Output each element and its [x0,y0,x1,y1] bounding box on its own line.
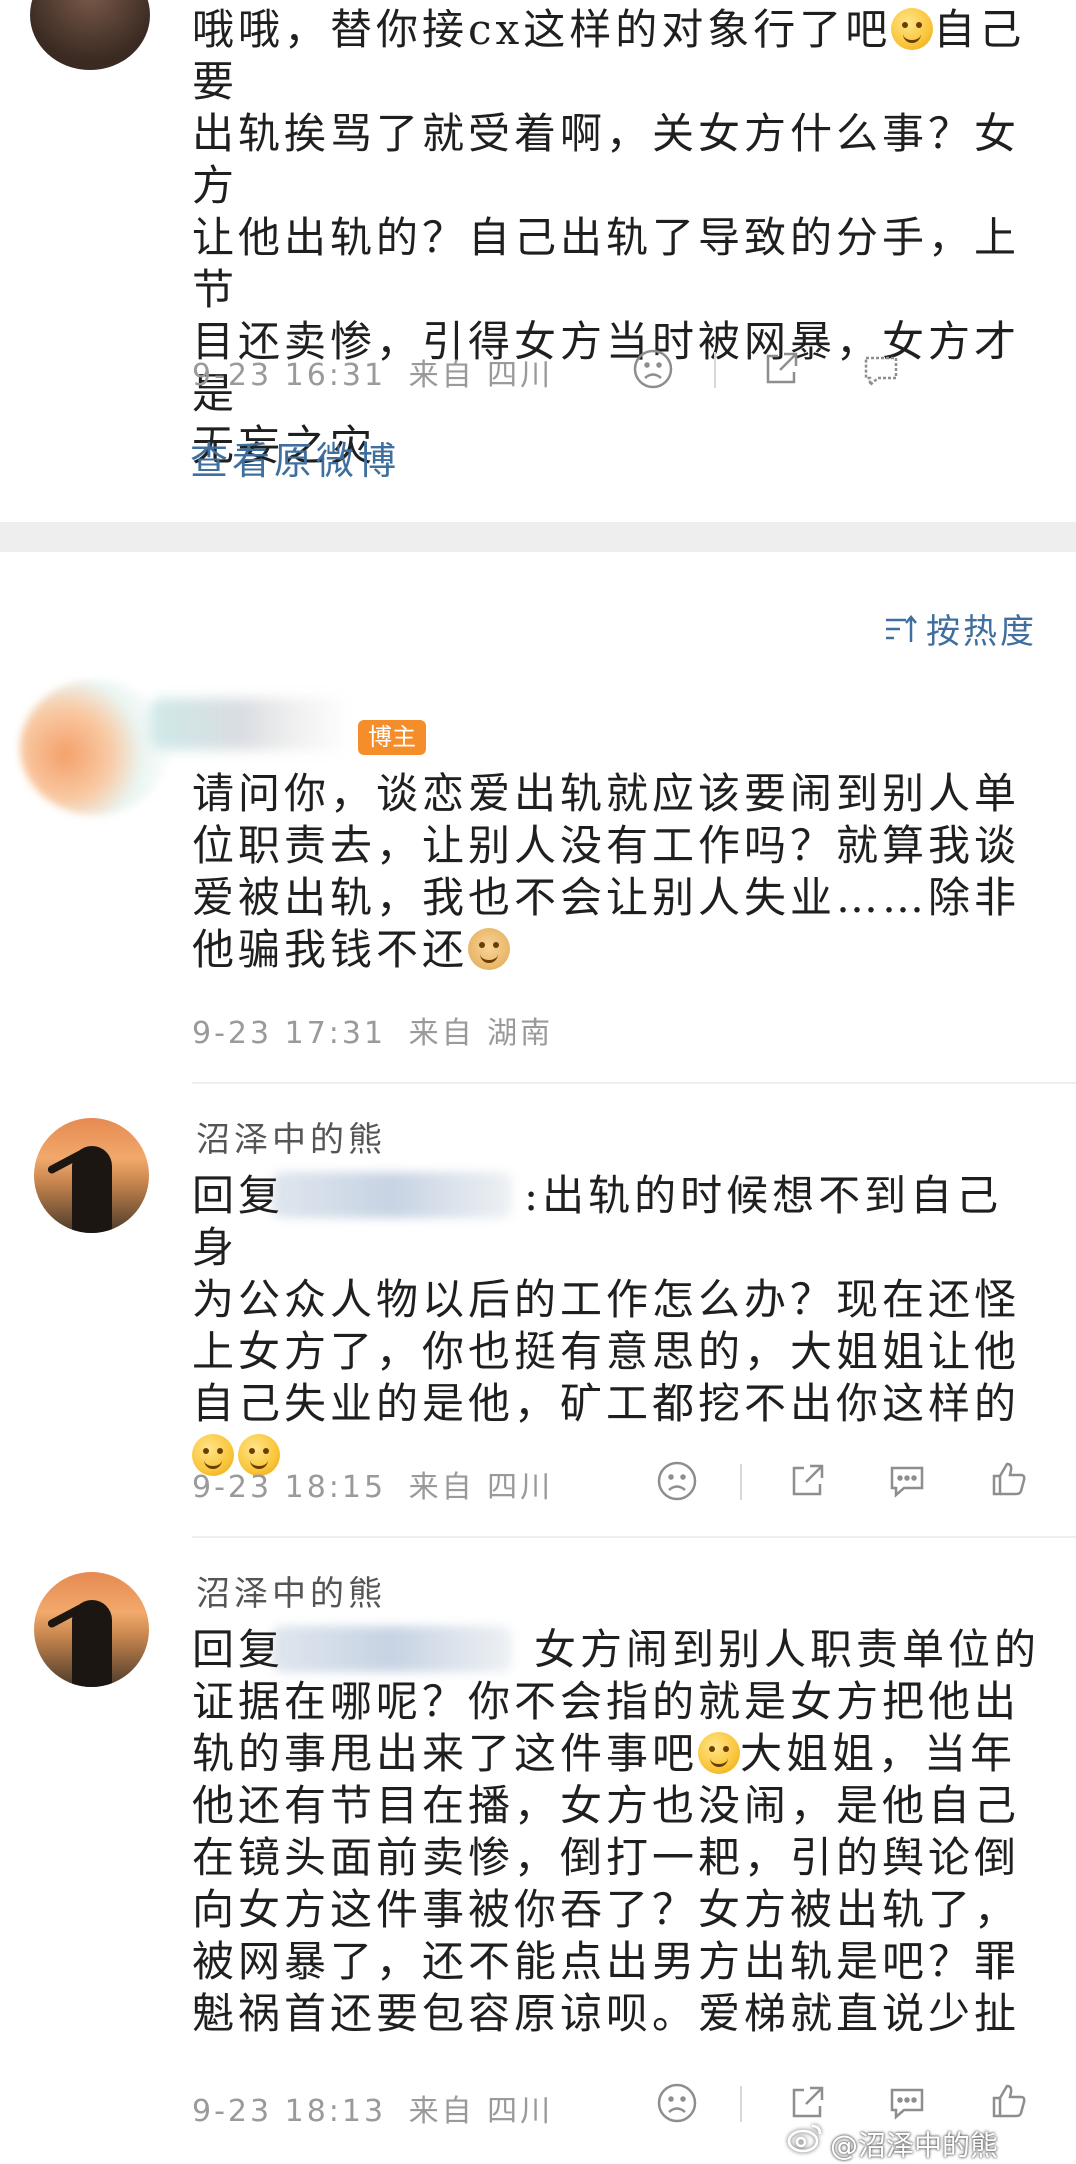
username[interactable]: 沼泽中的熊 [196,1566,386,1615]
timestamp: 9-23 18:13 [192,2094,387,2129]
top-comment-meta: 9-23 16:31 来自 四川 [192,350,553,394]
row-divider [192,1536,1076,1538]
location: 来自 四川 [408,1470,554,1505]
meta-separator [740,2086,742,2122]
comment-3-line3a: 轨的事甩出来了这件事吧 [192,1729,699,1778]
dislike-icon[interactable] [632,348,674,390]
comment-1-meta: 9-23 17:31 来自 湖南 [192,1008,553,1052]
view-original-weibo-link[interactable]: 查看原微博 [190,430,400,485]
user-avatar[interactable] [34,1118,149,1233]
blurred-avatar[interactable] [20,680,170,815]
dislike-icon[interactable] [656,1460,698,1502]
comment-3-line1: 女方闹到别人职责单位的 [534,1625,1041,1674]
share-icon[interactable] [760,348,802,390]
timestamp: 9-23 16:31 [192,358,387,393]
weibo-logo-icon [786,2120,824,2154]
top-comment-text: 哦哦，替你接cx这样的对象行了吧 自己要 出轨挨骂了就受着啊，关女方什么事？女方 … [192,4,1044,472]
comment-3-meta: 9-23 18:13 来自 四川 [192,2086,553,2130]
blogger-badge: 博主 [358,720,426,756]
reply-prefix: 回复 [192,1625,285,1674]
comment-icon[interactable] [886,2082,928,2124]
meta-separator [714,352,716,388]
location: 来自 四川 [408,2094,554,2129]
top-comment-rest: 出轨挨骂了就受着啊，关女方什么事？女方 让他出轨的？自己出轨了导致的分手，上节 … [192,109,1021,470]
comment-3-line2: 证据在哪呢？你不会指的就是女方把他出 [192,1677,1021,1726]
sort-icon [884,612,918,646]
watermark: @沼泽中的熊 [830,2129,999,2162]
location: 来自 四川 [408,358,554,393]
like-icon[interactable] [988,2080,1030,2122]
top-comment-avatar[interactable] [30,0,150,70]
comment-2-rest: 为公众人物以后的工作怎么办？现在还怪 上女方了，你也挺有意思的，大姐姐让他 自己… [192,1275,1021,1428]
share-icon[interactable] [786,1460,828,1502]
doge-emoji-icon [468,928,511,970]
comment-3-text: 回复 女方闹到别人职责单位的 证据在哪呢？你不会指的就是女方把他出 轨的事甩出来了… [192,1624,1044,2040]
thinking-emoji-icon [891,8,934,50]
username[interactable]: 沼泽中的熊 [196,1112,386,1161]
blurred-username [150,698,350,750]
sort-label: 按热度 [926,612,1037,652]
sort-by-hot-button[interactable]: 按热度 [884,604,1037,653]
comment-1-main: 请问你，谈恋爱出轨就应该要闹到别人单 位职责去，让别人没有工作吗？就算我谈 爱被… [192,769,1021,974]
timestamp: 9-23 17:31 [192,1016,387,1051]
comment-3-line3b: 大姐姐，当年 [740,1729,1017,1778]
meta-separator [740,1464,742,1500]
comment-2-text: 回复:出轨的时候想不到自己身 为公众人物以后的工作怎么办？现在还怪 上女方了，你… [192,1170,1044,1482]
top-comment-line1: 哦哦，替你接cx这样的对象行了吧 [192,5,892,54]
comment-1-text: 请问你，谈恋爱出轨就应该要闹到别人单 位职责去，让别人没有工作吗？就算我谈 爱被… [192,768,1044,976]
user-avatar[interactable] [34,1572,149,1687]
thinking-emoji-icon [698,1732,741,1774]
dislike-icon[interactable] [656,2082,698,2124]
location: 来自 湖南 [408,1016,554,1051]
like-icon[interactable] [988,1458,1030,1500]
reply-prefix: 回复 [192,1171,285,1220]
comment-icon[interactable] [886,1460,928,1502]
row-divider [192,1082,1076,1084]
timestamp: 9-23 18:15 [192,1470,387,1505]
comment-3-rest: 他还有节目在播，女方也没闹，是他自己 在镜头面前卖惨，倒打一耙，引的舆论倒 向女… [192,1781,1021,2038]
comment-2-line1: :出轨的时候想不到自己身 [192,1171,1003,1272]
section-divider [0,522,1076,552]
comment-2-meta: 9-23 18:15 来自 四川 [192,1462,553,1506]
share-icon[interactable] [786,2082,828,2124]
comment-icon[interactable] [860,350,902,392]
